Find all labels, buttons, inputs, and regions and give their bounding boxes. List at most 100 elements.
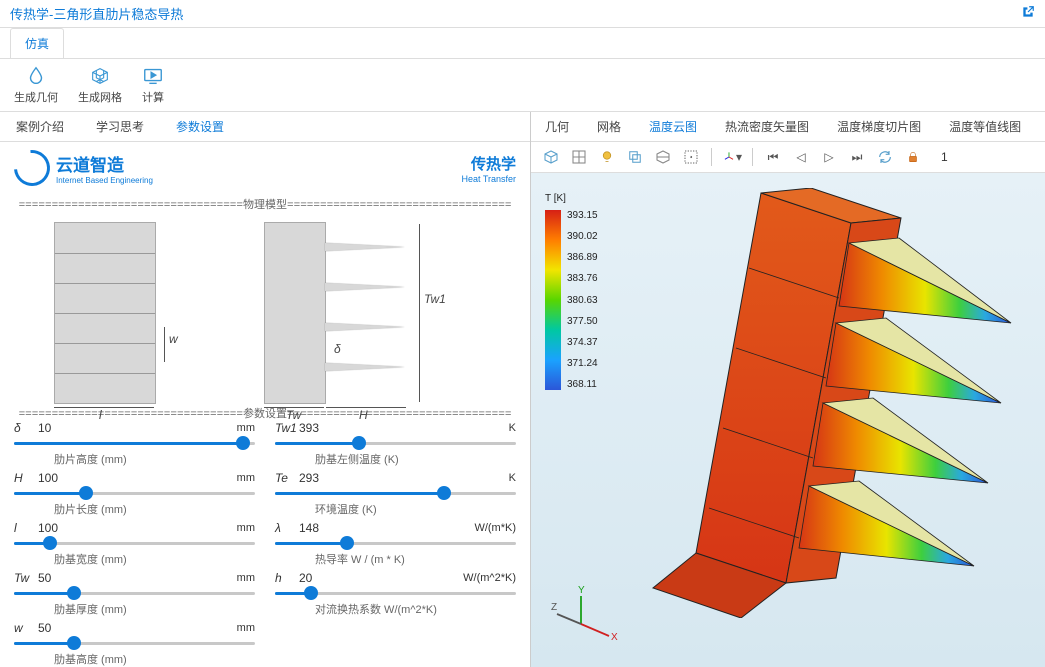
param-symbol: l (14, 521, 32, 535)
svg-text:Y: Y (578, 585, 585, 596)
rtab-mesh[interactable]: 网格 (583, 112, 635, 141)
heat-logo-en: Heat Transfer (461, 174, 516, 184)
ribbon-label: 生成网格 (78, 89, 122, 105)
param-w: w50mm 肋基高度 (mm) (14, 621, 255, 667)
param-slider[interactable] (275, 439, 516, 447)
svg-text:Z: Z (551, 602, 557, 613)
param-h: h20W/(m^2*K) 对流换热系数 W/(m^2*K) (275, 571, 516, 617)
param-value: 148 (299, 521, 329, 535)
tab-intro[interactable]: 案例介绍 (0, 112, 80, 141)
ribbon-label: 计算 (142, 89, 164, 105)
copy-icon[interactable] (625, 147, 645, 167)
param-symbol: Tw (14, 571, 32, 585)
param-unit: K (509, 472, 516, 484)
dim-delta: δ (334, 342, 341, 356)
param-desc: 肋片长度 (mm) (14, 501, 255, 517)
svg-text:X: X (611, 632, 618, 643)
param-value: 100 (38, 521, 68, 535)
rtab-temp[interactable]: 温度云图 (635, 112, 711, 141)
param-slider[interactable] (275, 539, 516, 547)
dim-h: H (359, 408, 368, 422)
rtab-geom[interactable]: 几何 (531, 112, 583, 141)
rtab-gradient[interactable]: 温度梯度切片图 (823, 112, 935, 141)
gen-geometry-button[interactable]: 生成几何 (14, 65, 58, 105)
legend-tick: 380.63 (567, 295, 598, 306)
param-desc: 肋基宽度 (mm) (14, 551, 255, 567)
param-slider[interactable] (14, 489, 255, 497)
legend-tick: 390.02 (567, 231, 598, 242)
param-value: 10 (38, 421, 68, 435)
param-desc: 肋基厚度 (mm) (14, 601, 255, 617)
param-unit: K (509, 422, 516, 434)
last-icon[interactable]: ⏭ (847, 147, 867, 167)
tab-params[interactable]: 参数设置 (160, 112, 240, 141)
prev-icon[interactable]: ◁ (791, 147, 811, 167)
brand-cn: 云道智造 (56, 151, 153, 176)
refresh-icon[interactable] (875, 147, 895, 167)
next-icon[interactable]: ▷ (819, 147, 839, 167)
tab-simulation[interactable]: 仿真 (10, 28, 64, 58)
brand-en: Internet Based Engineering (56, 176, 153, 185)
cube-grid-icon (89, 65, 111, 87)
param-desc: 环境温度 (K) (275, 501, 516, 517)
first-icon[interactable]: ⏮ (763, 147, 783, 167)
rtab-flux[interactable]: 热流密度矢量图 (711, 112, 823, 141)
param-symbol: Tw1 (275, 421, 293, 435)
legend-title: T [K] (545, 193, 598, 204)
param-desc: 肋基左侧温度 (K) (275, 451, 516, 467)
gen-mesh-button[interactable]: 生成网格 (78, 65, 122, 105)
lock-icon[interactable] (903, 147, 923, 167)
param-Tw1: Tw1393K 肋基左侧温度 (K) (275, 421, 516, 467)
legend-tick: 374.37 (567, 337, 598, 348)
dim-tw: Tw (286, 408, 301, 422)
param-symbol: h (275, 571, 293, 585)
3d-view[interactable]: T [K] 393.15390.02386.89383.76380.63377.… (531, 173, 1045, 667)
play-screen-icon (142, 65, 164, 87)
param-value: 293 (299, 471, 329, 485)
compute-button[interactable]: 计算 (142, 65, 164, 105)
param-unit: mm (237, 522, 255, 534)
cube-icon[interactable] (541, 147, 561, 167)
param-symbol: λ (275, 521, 293, 535)
param-slider[interactable] (14, 639, 255, 647)
param-δ: δ10mm 肋片高度 (mm) (14, 421, 255, 467)
drop-icon (25, 65, 47, 87)
fit-icon[interactable] (681, 147, 701, 167)
param-value: 20 (299, 571, 329, 585)
param-H: H100mm 肋片长度 (mm) (14, 471, 255, 517)
heat-logo: 传热学 Heat Transfer (461, 153, 516, 184)
color-legend: T [K] 393.15390.02386.89383.76380.63377.… (545, 193, 598, 390)
brand-logo: 云道智造 Internet Based Engineering (14, 150, 153, 186)
clip-icon[interactable] (653, 147, 673, 167)
param-slider[interactable] (275, 589, 516, 597)
light-icon[interactable] (597, 147, 617, 167)
param-slider[interactable] (14, 439, 255, 447)
param-value: 50 (38, 571, 68, 585)
param-slider[interactable] (14, 539, 255, 547)
external-link-icon[interactable] (1021, 5, 1035, 22)
axes-icon[interactable]: ▾ (722, 147, 742, 167)
param-symbol: H (14, 471, 32, 485)
page-title: 传热学-三角形直肋片稳态导热 (10, 4, 183, 23)
param-unit: mm (237, 472, 255, 484)
param-λ: λ148W/(m*K) 热导率 W / (m * K) (275, 521, 516, 567)
param-symbol: δ (14, 421, 32, 435)
grid-icon[interactable] (569, 147, 589, 167)
param-slider[interactable] (14, 589, 255, 597)
param-desc: 对流换热系数 W/(m^2*K) (275, 601, 516, 617)
ribbon: 生成几何 生成网格 计算 (0, 59, 1045, 112)
param-unit: W/(m*K) (474, 522, 516, 534)
param-desc: 肋基高度 (mm) (14, 651, 255, 667)
param-symbol: Te (275, 471, 293, 485)
param-Te: Te 293 K 环境温度 (K) (275, 471, 516, 517)
legend-tick: 393.15 (567, 210, 598, 221)
legend-tick: 383.76 (567, 273, 598, 284)
param-unit: mm (237, 622, 255, 634)
tab-study[interactable]: 学习思考 (80, 112, 160, 141)
param-slider[interactable] (275, 489, 516, 497)
legend-tick: 371.24 (567, 358, 598, 369)
rtab-contour[interactable]: 温度等值线图 (935, 112, 1035, 141)
legend-tick: 377.50 (567, 316, 598, 327)
view-toolbar: ▾ ⏮ ◁ ▷ ⏭ 1 (531, 142, 1045, 173)
frame-count: 1 (941, 150, 948, 164)
